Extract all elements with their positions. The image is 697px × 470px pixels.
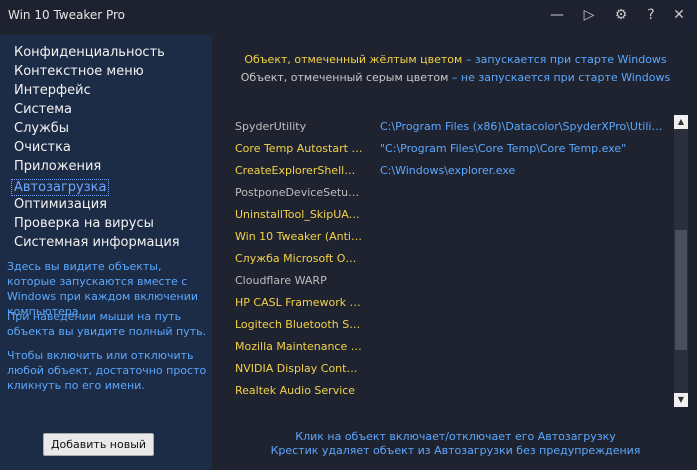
list-scrollbar[interactable]: ▲ ▼ — [674, 115, 688, 407]
play-icon[interactable]: ▷ — [579, 6, 599, 26]
sidebar-item-system[interactable]: Система — [14, 100, 180, 119]
sidebar-item-context-menu[interactable]: Контекстное меню — [14, 62, 180, 81]
startup-item-name[interactable]: NVIDIA Display Contai... — [235, 358, 363, 380]
minimize-icon[interactable]: — — [547, 6, 567, 26]
startup-item[interactable]: Служба Microsoft Offi... — [235, 248, 665, 270]
startup-list: SpyderUtility C:\Program Files (x86)\Data… — [235, 116, 665, 402]
legend-disabled-label: Объект, отмеченный серым цветом — [240, 71, 449, 84]
startup-item-name[interactable]: Realtek Audio Service — [235, 380, 363, 402]
startup-item[interactable]: Core Temp Autostart H... "C:\Program File… — [235, 138, 665, 160]
startup-item-name[interactable]: PostponeDeviceSetupT... — [235, 182, 363, 204]
scroll-thumb[interactable] — [675, 230, 687, 350]
gear-icon[interactable]: ⚙ — [611, 6, 631, 26]
startup-item-path: C:\Program Files (x86)\Datacolor\SpyderX… — [380, 120, 665, 133]
startup-item-name[interactable]: Core Temp Autostart H... — [235, 138, 363, 160]
startup-item-name[interactable]: CreateExplorerShellUn... — [235, 160, 363, 182]
startup-item[interactable]: HP CASL Framework S... — [235, 292, 665, 314]
startup-item[interactable]: Realtek Audio Service — [235, 380, 665, 402]
add-new-button[interactable]: Добавить новый — [43, 433, 154, 456]
legend-enabled-label: Объект, отмеченный жёлтым цветом — [244, 53, 463, 66]
startup-item[interactable]: Mozilla Maintenance Se... — [235, 336, 665, 358]
startup-item-path: "C:\Program Files\Core Temp\Core Temp.ex… — [380, 142, 627, 155]
startup-item-name[interactable]: Cloudflare WARP — [235, 270, 363, 292]
startup-item-name[interactable]: Служба Microsoft Offi... — [235, 248, 363, 270]
startup-item[interactable]: Cloudflare WARP — [235, 270, 665, 292]
startup-item[interactable]: SpyderUtility C:\Program Files (x86)\Data… — [235, 116, 665, 138]
startup-item-name[interactable]: HP CASL Framework S... — [235, 292, 363, 314]
sidebar-item-services[interactable]: Службы — [14, 119, 180, 138]
sidebar-item-privacy[interactable]: Конфиденциальность — [14, 43, 180, 62]
startup-item-name[interactable]: Mozilla Maintenance Se... — [235, 336, 363, 358]
startup-item[interactable]: Logitech Bluetooth Ser... — [235, 314, 665, 336]
footer-hint-delete: Крестик удаляет объект из Автозагрузки б… — [270, 444, 641, 457]
title-bar: Win 10 Tweaker Pro — ▷ ⚙ ? ✕ — [0, 0, 697, 32]
startup-item[interactable]: PostponeDeviceSetupT... — [235, 182, 665, 204]
close-icon[interactable]: ✕ — [669, 6, 689, 26]
legend: Объект, отмеченный жёлтым цветом – запус… — [214, 51, 697, 87]
sidebar: Конфиденциальность Контекстное меню Инте… — [0, 35, 212, 470]
startup-item-name[interactable]: Win 10 Tweaker (AntiS... — [235, 226, 363, 248]
legend-disabled-text: – не запускается при старте Windows — [448, 71, 671, 84]
footer-hints: Клик на объект включает/отключает его Ав… — [214, 430, 697, 458]
sidebar-menu: Конфиденциальность Контекстное меню Инте… — [11, 43, 180, 252]
startup-item-name[interactable]: Logitech Bluetooth Ser... — [235, 314, 363, 336]
startup-item[interactable]: Win 10 Tweaker (AntiS... — [235, 226, 665, 248]
sidebar-item-apps[interactable]: Приложения — [14, 157, 180, 176]
startup-item-path: C:\Windows\explorer.exe — [380, 164, 516, 177]
help-text-toggle: Чтобы включить или отключить любой объек… — [7, 349, 207, 392]
scroll-up-icon[interactable]: ▲ — [674, 115, 688, 129]
sidebar-item-autostart[interactable]: Автозагрузка — [11, 179, 110, 196]
startup-item[interactable]: NVIDIA Display Contai... — [235, 358, 665, 380]
startup-item[interactable]: UninstallTool_SkipUAC... — [235, 204, 665, 226]
sidebar-item-system-info[interactable]: Системная информация — [14, 233, 180, 252]
scroll-down-icon[interactable]: ▼ — [674, 393, 688, 407]
startup-item[interactable]: CreateExplorerShellUn... C:\Windows\explo… — [235, 160, 665, 182]
help-icon[interactable]: ? — [641, 6, 661, 26]
sidebar-item-optimization[interactable]: Оптимизация — [14, 195, 180, 214]
legend-enabled-text: – запускается при старте Windows — [462, 53, 667, 66]
sidebar-item-cleanup[interactable]: Очистка — [14, 138, 180, 157]
main-panel: Объект, отмеченный жёлтым цветом – запус… — [214, 35, 697, 470]
help-text-hover: При наведении мыши на путь объекта вы ув… — [7, 310, 207, 338]
startup-item-name[interactable]: UninstallTool_SkipUAC... — [235, 204, 363, 226]
startup-item-name[interactable]: SpyderUtility — [235, 116, 363, 138]
app-title: Win 10 Tweaker Pro — [8, 8, 126, 22]
sidebar-item-virus-check[interactable]: Проверка на вирусы — [14, 214, 180, 233]
sidebar-item-interface[interactable]: Интерфейс — [14, 81, 180, 100]
footer-hint-click: Клик на объект включает/отключает его Ав… — [295, 430, 616, 443]
